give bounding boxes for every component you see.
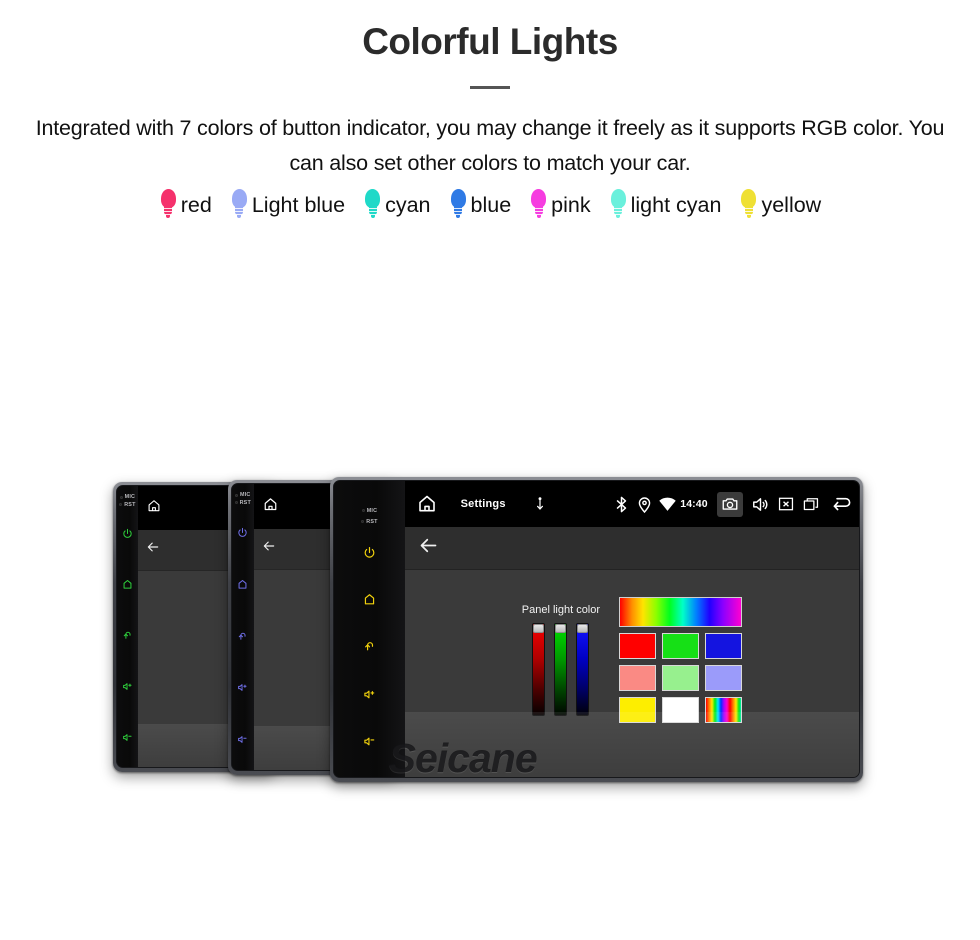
page-subtitle: Integrated with 7 colors of button indic… xyxy=(35,115,945,175)
hard-button-rail: MIC RST xyxy=(117,486,138,768)
legend-item-red: red xyxy=(159,189,212,219)
panel-light-color-settings: Panel light color xyxy=(404,570,859,778)
rail-volume-down-icon[interactable] xyxy=(363,735,376,753)
color-swatch-0-2[interactable] xyxy=(705,633,743,660)
legend-item-label: pink xyxy=(551,192,591,217)
rail-volume-up-icon[interactable] xyxy=(363,688,376,706)
device-yellow[interactable]: MIC RST Settings 14:40 Panel light color xyxy=(330,477,863,783)
green-slider[interactable] xyxy=(554,623,568,717)
bulb-icon xyxy=(363,189,382,219)
reset-hole[interactable]: RST xyxy=(117,502,138,508)
bulb-icon xyxy=(159,189,178,219)
volume-icon[interactable] xyxy=(751,495,770,514)
rail-volume-down-icon[interactable] xyxy=(122,730,133,748)
blue-slider[interactable] xyxy=(576,623,590,717)
color-swatch-2-2[interactable] xyxy=(705,697,743,724)
rail-home-icon[interactable] xyxy=(363,593,376,611)
rail-back-icon[interactable] xyxy=(122,628,133,646)
title-divider xyxy=(470,85,510,89)
recents-icon[interactable] xyxy=(802,495,820,513)
settings-back-bar xyxy=(404,527,859,571)
legend-item-light-blue: Light blue xyxy=(230,189,346,219)
rail-home-icon[interactable] xyxy=(237,577,248,595)
wifi-icon xyxy=(658,495,677,514)
hard-button-rail: MIC RST xyxy=(232,484,254,771)
color-swatch-0-1[interactable] xyxy=(662,633,700,660)
reset-hole[interactable]: RST xyxy=(232,500,254,506)
legend-item-yellow: yellow xyxy=(739,189,822,219)
blue-slider-knob[interactable] xyxy=(577,624,589,634)
legend-item-label: red xyxy=(180,192,212,217)
close-box-icon[interactable] xyxy=(777,495,795,513)
red-slider-knob[interactable] xyxy=(533,624,545,634)
device-status-bar: Settings 14:40 xyxy=(404,481,859,528)
bulb-icon xyxy=(739,189,758,219)
rst-label: RST xyxy=(124,501,136,508)
home-icon[interactable] xyxy=(147,499,161,518)
green-slider-knob[interactable] xyxy=(555,624,567,634)
mic-hole: MIC xyxy=(117,494,138,500)
rail-volume-down-icon[interactable] xyxy=(237,732,248,750)
rail-volume-up-icon[interactable] xyxy=(122,679,133,697)
rail-home-icon[interactable] xyxy=(122,577,133,595)
rail-power-icon[interactable] xyxy=(122,526,133,544)
home-icon[interactable] xyxy=(417,494,437,514)
top-device-cluster: MIC RST MIC RST MIC RST Settings 14:40 Panel lig… xyxy=(0,224,980,783)
location-pin-icon xyxy=(635,495,654,514)
color-swatch-0-0[interactable] xyxy=(619,633,657,660)
bulb-icon xyxy=(449,189,468,219)
color-swatch-1-2[interactable] xyxy=(705,665,743,692)
legend-item-label: yellow xyxy=(761,192,822,217)
rail-power-icon[interactable] xyxy=(363,546,376,564)
legend-item-label: Light blue xyxy=(251,192,346,217)
page-header: Colorful Lights Integrated with 7 colors… xyxy=(0,0,980,180)
usb-icon xyxy=(532,496,548,512)
rail-power-icon[interactable] xyxy=(237,525,248,543)
home-icon[interactable] xyxy=(263,497,278,517)
back-arrow-icon[interactable] xyxy=(831,493,853,515)
status-bar-time: 14:40 xyxy=(680,498,708,511)
color-swatch-2-1[interactable] xyxy=(662,697,700,724)
spectrum-swatch[interactable] xyxy=(619,597,743,628)
legend-item-label: cyan xyxy=(385,192,431,217)
reset-hole[interactable]: RST xyxy=(334,519,405,525)
rgb-slider-group: Panel light color xyxy=(521,604,601,717)
mic-label: MIC xyxy=(240,492,251,499)
back-arrow-icon[interactable] xyxy=(262,539,276,558)
bulb-icon xyxy=(230,189,249,219)
legend-item-pink: pink xyxy=(529,189,591,219)
legend-item-light-cyan: light cyan xyxy=(609,189,722,219)
mic-label: MIC xyxy=(366,507,378,514)
rst-label: RST xyxy=(366,518,378,525)
color-swatch-grid xyxy=(619,597,743,724)
rail-back-icon[interactable] xyxy=(363,640,376,658)
color-swatch-1-0[interactable] xyxy=(619,665,657,692)
red-slider[interactable] xyxy=(532,623,546,717)
bulb-icon xyxy=(529,189,548,219)
bluetooth-icon xyxy=(612,495,631,514)
status-bar-title: Settings xyxy=(460,498,506,511)
color-legend: red Light blue cyan blue pink light cyan yello… xyxy=(0,189,980,219)
legend-item-label: light cyan xyxy=(630,192,722,217)
mic-hole: MIC xyxy=(232,492,254,498)
legend-item-cyan: cyan xyxy=(363,189,431,219)
legend-item-label: blue xyxy=(470,192,512,217)
rst-label: RST xyxy=(239,499,251,506)
back-arrow-icon[interactable] xyxy=(418,535,439,561)
page-title: Colorful Lights xyxy=(362,21,618,62)
rail-volume-up-icon[interactable] xyxy=(237,680,248,698)
device-screen[interactable]: Settings 14:40 Panel light color xyxy=(404,481,859,778)
legend-item-blue: blue xyxy=(449,189,512,219)
bulb-icon xyxy=(609,189,628,219)
mic-hole: MIC xyxy=(334,508,405,514)
rail-back-icon[interactable] xyxy=(237,629,248,647)
mic-label: MIC xyxy=(124,494,136,501)
color-swatch-2-0[interactable] xyxy=(619,697,657,724)
color-swatch-1-1[interactable] xyxy=(662,665,700,692)
back-arrow-icon[interactable] xyxy=(146,540,160,559)
hard-button-rail: MIC RST xyxy=(334,481,405,778)
panel-light-color-label: Panel light color xyxy=(521,604,601,617)
camera-icon[interactable] xyxy=(716,491,743,517)
